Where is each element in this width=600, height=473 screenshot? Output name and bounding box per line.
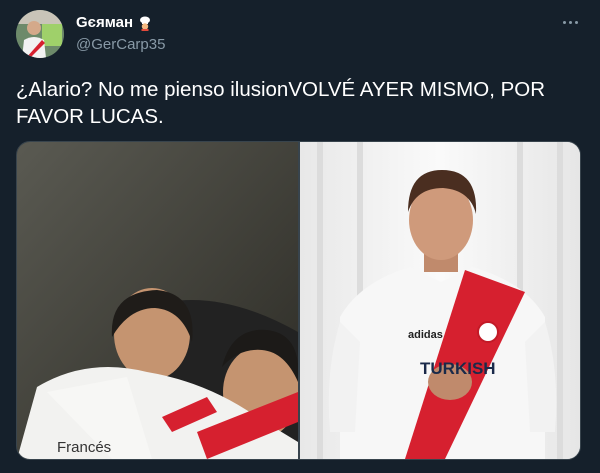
left-jersey-sponsor: Francés bbox=[57, 439, 111, 456]
chef-icon bbox=[137, 15, 153, 31]
photo-jersey-presentation[interactable]: adidas TURKISH bbox=[300, 142, 580, 459]
right-jersey-sponsor: TURKISH bbox=[420, 359, 496, 378]
display-name[interactable]: Gєяман bbox=[76, 14, 133, 31]
adidas-logo: adidas bbox=[408, 329, 443, 341]
photo-hug[interactable]: Francés bbox=[17, 142, 298, 459]
tweet[interactable]: Gєяман @GerCarp35 ¿Alario? No me pienso … bbox=[0, 0, 600, 473]
handle[interactable]: @GerCarp35 bbox=[76, 36, 165, 53]
tweet-text: ¿Alario? No me pienso ilusionVOLVÉ AYER … bbox=[16, 78, 546, 128]
media-grid: Francés adidas TURKISH bbox=[16, 141, 581, 460]
avatar[interactable] bbox=[16, 10, 64, 58]
more-horizontal-icon[interactable] bbox=[556, 10, 584, 34]
